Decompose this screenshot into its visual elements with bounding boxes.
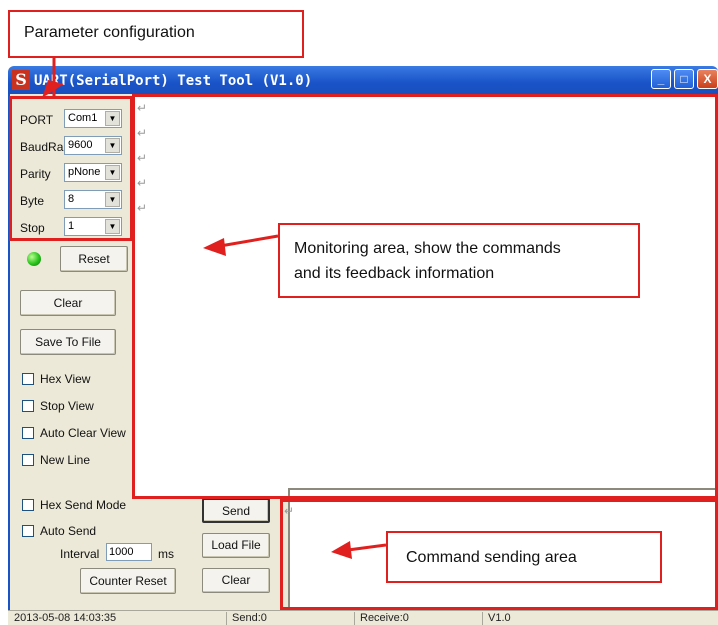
command-arrow-head	[331, 541, 352, 559]
annotation-arrows	[42, 58, 387, 559]
command-arrow-line	[347, 543, 387, 552]
monitoring-arrow-line	[219, 234, 279, 248]
monitoring-arrow-head	[203, 238, 226, 256]
